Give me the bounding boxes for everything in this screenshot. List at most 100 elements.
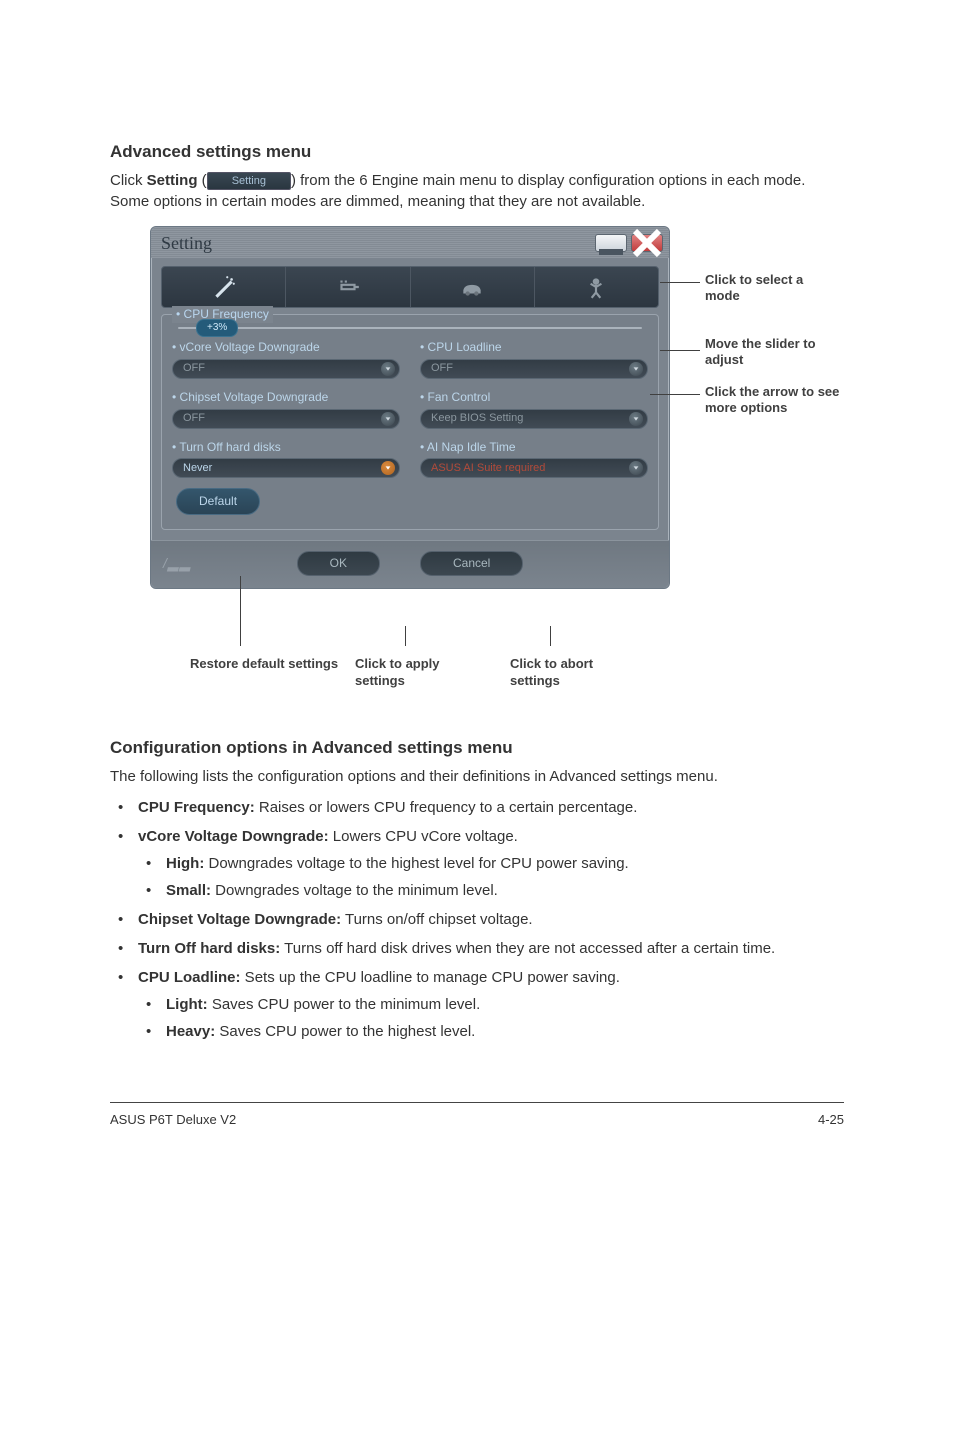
list-item-text: Sets up the CPU loadline to manage CPU p… xyxy=(241,969,620,986)
option-label: • CPU Loadline xyxy=(420,339,648,356)
chevron-down-icon[interactable] xyxy=(629,461,643,475)
list-item: vCore Voltage Downgrade: Lowers CPU vCor… xyxy=(110,826,844,901)
section-paragraph: The following lists the configuration op… xyxy=(110,766,844,787)
dropdown-value: Keep BIOS Setting xyxy=(431,411,523,426)
slider-track[interactable]: +3% xyxy=(178,327,642,329)
options-list: CPU Frequency: Raises or lowers CPU freq… xyxy=(110,797,844,1042)
list-item: Small: Downgrades voltage to the minimum… xyxy=(138,880,844,901)
setting-window: Setting xyxy=(150,226,670,589)
option-vcore: • vCore Voltage Downgrade OFF xyxy=(172,339,400,379)
list-item-text: Downgrades voltage to the highest level … xyxy=(204,855,628,872)
list-item-text: Turns on/off chipset voltage. xyxy=(341,911,533,928)
callout-restore: Restore default settings xyxy=(190,656,340,673)
list-item-text: Saves CPU power to the minimum level. xyxy=(208,996,481,1013)
callout-select-mode: Click to select a mode xyxy=(705,272,835,305)
option-fan: • Fan Control Keep BIOS Setting xyxy=(420,389,648,429)
mode-tab-3[interactable] xyxy=(411,267,535,307)
dropdown-value: Never xyxy=(183,461,212,476)
dropdown-value: OFF xyxy=(183,361,205,376)
list-item-bold: CPU Frequency: xyxy=(138,799,255,816)
list-item-bold: Small: xyxy=(166,882,211,899)
section-paragraph: Click Setting (Setting) from the 6 Engin… xyxy=(110,170,844,212)
list-item: CPU Frequency: Raises or lowers CPU freq… xyxy=(110,797,844,818)
sublist: Light: Saves CPU power to the minimum le… xyxy=(138,994,844,1042)
text: ( xyxy=(198,172,207,189)
text: Click xyxy=(110,172,147,189)
page-footer: ASUS P6T Deluxe V2 4-25 xyxy=(110,1102,844,1129)
asus-logo: /▂▂ xyxy=(163,554,191,574)
person-icon xyxy=(583,274,609,300)
window-footer: /▂▂ OK Cancel xyxy=(151,540,669,588)
mode-tab-2[interactable] xyxy=(286,267,410,307)
option-label: • vCore Voltage Downgrade xyxy=(172,339,400,356)
list-item: Chipset Voltage Downgrade: Turns on/off … xyxy=(110,909,844,930)
list-item-text: Saves CPU power to the highest level. xyxy=(215,1023,475,1040)
cpu-frequency-slider[interactable]: +3% xyxy=(172,327,648,329)
option-label: • Chipset Voltage Downgrade xyxy=(172,389,400,406)
cancel-button[interactable]: Cancel xyxy=(420,551,523,576)
default-button[interactable]: Default xyxy=(176,488,260,515)
window-title: Setting xyxy=(161,231,212,256)
setting-word-bold: Setting xyxy=(147,172,198,189)
callout-abort: Click to abort settings xyxy=(510,656,640,690)
minimize-icon xyxy=(596,228,626,258)
mode-tab-4[interactable] xyxy=(535,267,658,307)
slider-value-pill[interactable]: +3% xyxy=(196,319,238,337)
setting-button-image: Setting xyxy=(207,172,291,190)
callout-apply: Click to apply settings xyxy=(355,656,485,690)
list-item-bold: vCore Voltage Downgrade: xyxy=(138,828,329,845)
chevron-down-icon[interactable] xyxy=(381,362,395,376)
plug-icon xyxy=(335,274,361,300)
chipset-dropdown[interactable]: OFF xyxy=(172,409,400,429)
callout-click-arrow: Click the arrow to see more options xyxy=(705,384,845,417)
figure-container: Setting xyxy=(150,226,844,706)
footer-right: 4-25 xyxy=(818,1111,844,1129)
chevron-down-icon[interactable] xyxy=(629,412,643,426)
list-item-bold: Heavy: xyxy=(166,1023,215,1040)
option-label: • AI Nap Idle Time xyxy=(420,439,648,456)
wand-icon xyxy=(211,274,237,300)
fan-dropdown[interactable]: Keep BIOS Setting xyxy=(420,409,648,429)
options-grid: • vCore Voltage Downgrade OFF • CPU Load… xyxy=(172,339,648,478)
list-item-bold: Turn Off hard disks: xyxy=(138,940,280,957)
close-icon xyxy=(632,228,662,258)
dropdown-value: OFF xyxy=(431,361,453,376)
sublist: High: Downgrades voltage to the highest … xyxy=(138,853,844,901)
mode-tab-1[interactable] xyxy=(162,267,286,307)
list-item-text: Downgrades voltage to the minimum level. xyxy=(211,882,498,899)
list-item-text: Lowers CPU vCore voltage. xyxy=(329,828,518,845)
list-item-text: Turns off hard disk drives when they are… xyxy=(280,940,775,957)
titlebar: Setting xyxy=(151,227,669,258)
ok-button[interactable]: OK xyxy=(297,551,380,576)
option-label: • Turn Off hard disks xyxy=(172,439,400,456)
chevron-down-icon[interactable] xyxy=(629,362,643,376)
callout-move-slider: Move the slider to adjust xyxy=(705,336,835,369)
turnoff-dropdown[interactable]: Never xyxy=(172,458,400,478)
close-button[interactable] xyxy=(631,234,663,252)
list-item-bold: CPU Loadline: xyxy=(138,969,241,986)
titlebar-controls xyxy=(595,234,663,252)
car-icon xyxy=(459,274,485,300)
list-item: Light: Saves CPU power to the minimum le… xyxy=(138,994,844,1015)
list-item: Turn Off hard disks: Turns off hard disk… xyxy=(110,938,844,959)
list-item: CPU Loadline: Sets up the CPU loadline t… xyxy=(110,967,844,1042)
option-chipset: • Chipset Voltage Downgrade OFF xyxy=(172,389,400,429)
option-label: • Fan Control xyxy=(420,389,648,406)
settings-group: • CPU Frequency +3% • vCore Voltage Down… xyxy=(161,314,659,530)
dropdown-value: ASUS AI Suite required xyxy=(431,461,545,476)
chevron-down-icon[interactable] xyxy=(381,412,395,426)
ainap-dropdown[interactable]: ASUS AI Suite required xyxy=(420,458,648,478)
list-item: Heavy: Saves CPU power to the highest le… xyxy=(138,1021,844,1042)
list-item: High: Downgrades voltage to the highest … xyxy=(138,853,844,874)
minimize-button[interactable] xyxy=(595,234,627,252)
vcore-dropdown[interactable]: OFF xyxy=(172,359,400,379)
loadline-dropdown[interactable]: OFF xyxy=(420,359,648,379)
option-turnoff: • Turn Off hard disks Never xyxy=(172,439,400,479)
list-item-bold: Light: xyxy=(166,996,208,1013)
chevron-down-icon[interactable] xyxy=(381,461,395,475)
list-item-text: Raises or lowers CPU frequency to a cert… xyxy=(255,799,638,816)
mode-tabs xyxy=(161,266,659,308)
section-heading: Advanced settings menu xyxy=(110,140,844,164)
list-item-bold: High: xyxy=(166,855,204,872)
list-item-bold: Chipset Voltage Downgrade: xyxy=(138,911,341,928)
